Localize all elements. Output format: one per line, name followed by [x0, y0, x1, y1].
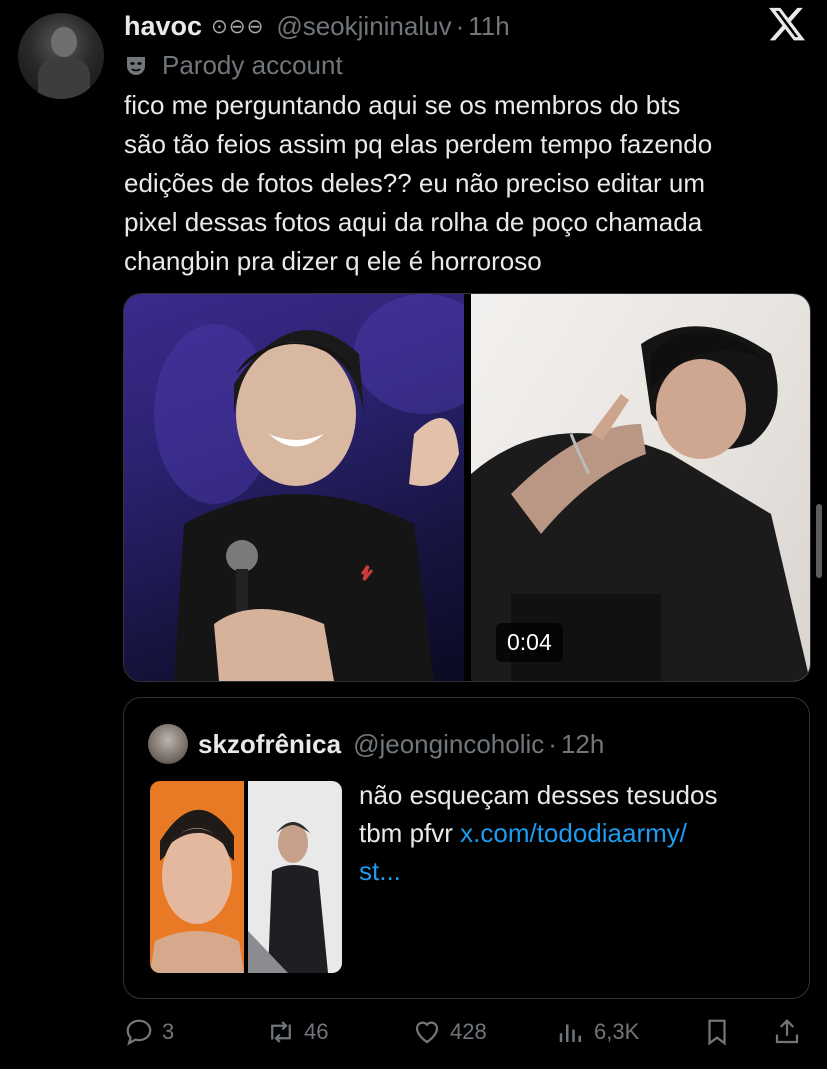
quoted-photo-1-illustration [150, 809, 244, 973]
share-button[interactable] [772, 1010, 810, 1054]
reply-button[interactable]: 3 [124, 1010, 174, 1054]
post-media[interactable]: 0:04 [123, 293, 811, 682]
media-photo-stage[interactable] [124, 294, 464, 681]
quoted-media-photo-2[interactable] [248, 781, 342, 973]
author-avatar[interactable] [18, 13, 104, 99]
post-action-bar: 3 46 428 6,3K [124, 1010, 804, 1054]
author-badges: ⊙⊖⊖ [211, 15, 265, 38]
scrollbar[interactable] [816, 504, 822, 578]
bookmark-button[interactable] [702, 1010, 740, 1054]
reply-icon [126, 1019, 152, 1046]
parody-label: Parody account [162, 50, 343, 80]
quoted-post-header: skzofrênica @jeongincoholic · 12h [198, 724, 604, 764]
repost-button[interactable]: 46 [266, 1010, 328, 1054]
bookmark-icon [708, 1019, 726, 1046]
share-icon [775, 1019, 799, 1044]
quoted-author-avatar[interactable] [148, 724, 188, 764]
quoted-author-display-name[interactable]: skzofrênica [198, 729, 341, 760]
author-handle[interactable]: @seokjininaluv [276, 11, 451, 42]
views-count: 6,3K [594, 1019, 640, 1044]
header-separator: · [455, 10, 465, 41]
author-display-name[interactable]: havoc [124, 11, 202, 42]
reply-count: 3 [162, 1019, 175, 1044]
like-count: 428 [450, 1019, 487, 1044]
post-timestamp[interactable]: 11h [468, 11, 509, 42]
quoted-media-photo-1[interactable] [150, 781, 244, 973]
avatar-body [38, 57, 90, 99]
x-logo-icon[interactable] [767, 4, 807, 44]
heart-icon [415, 1021, 439, 1044]
stage-photo-illustration [154, 294, 464, 681]
quoted-post-timestamp[interactable]: 12h [561, 729, 604, 760]
views-button[interactable]: 6,3K [556, 1010, 639, 1054]
quoted-post-text: não esqueçam desses tesudos tbm pfvr x.c… [359, 776, 789, 890]
repost-count: 46 [304, 1019, 329, 1044]
repost-icon [271, 1021, 291, 1043]
post-header: havoc ⊙⊖⊖ @seokjininaluv · 11h [124, 6, 510, 46]
like-button[interactable]: 428 [412, 1010, 487, 1054]
video-duration: 0:04 [496, 623, 563, 662]
mask-icon [127, 56, 145, 75]
quoted-header-separator: · [548, 728, 557, 759]
quoted-photo-2-illustration [248, 822, 328, 973]
post-text: fico me perguntando aqui se os membros d… [124, 90, 713, 276]
views-icon [559, 1024, 581, 1042]
avatar-head [51, 27, 77, 57]
quoted-post-media[interactable] [150, 781, 342, 973]
quoted-post[interactable]: skzofrênica @jeongincoholic · 12h não es… [123, 697, 810, 999]
parody-label-row: Parody account [124, 50, 343, 81]
quoted-author-handle[interactable]: @jeongincoholic [353, 729, 544, 760]
